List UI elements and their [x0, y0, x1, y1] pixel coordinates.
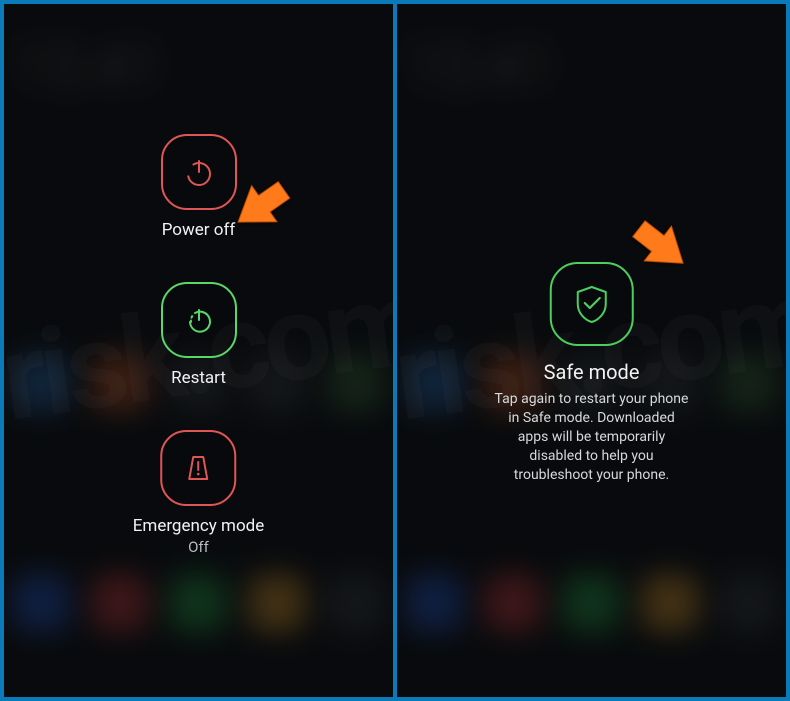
- power-off-button[interactable]: Power off: [161, 134, 237, 240]
- power-icon: [161, 134, 237, 210]
- safe-mode-button[interactable]: Safe mode Tap again to restart your phon…: [494, 262, 689, 484]
- restart-button[interactable]: Restart: [161, 282, 237, 388]
- power-off-label: Power off: [162, 220, 236, 240]
- safe-mode-title: Safe mode: [544, 360, 640, 384]
- safe-mode-screenshot: 15:41 risk.com Safe mode Ta: [397, 4, 786, 697]
- power-menu-screenshot: 15:41 risk.com Power off: [4, 4, 393, 697]
- restart-icon: [161, 282, 237, 358]
- restart-label: Restart: [171, 368, 226, 388]
- shield-icon: [550, 262, 634, 346]
- emergency-status: Off: [188, 538, 209, 556]
- emergency-mode-button[interactable]: Emergency mode Off: [133, 430, 265, 556]
- emergency-icon: [160, 430, 236, 506]
- emergency-label: Emergency mode: [133, 516, 265, 536]
- safe-mode-description: Tap again to restart your phone in Safe …: [494, 390, 689, 484]
